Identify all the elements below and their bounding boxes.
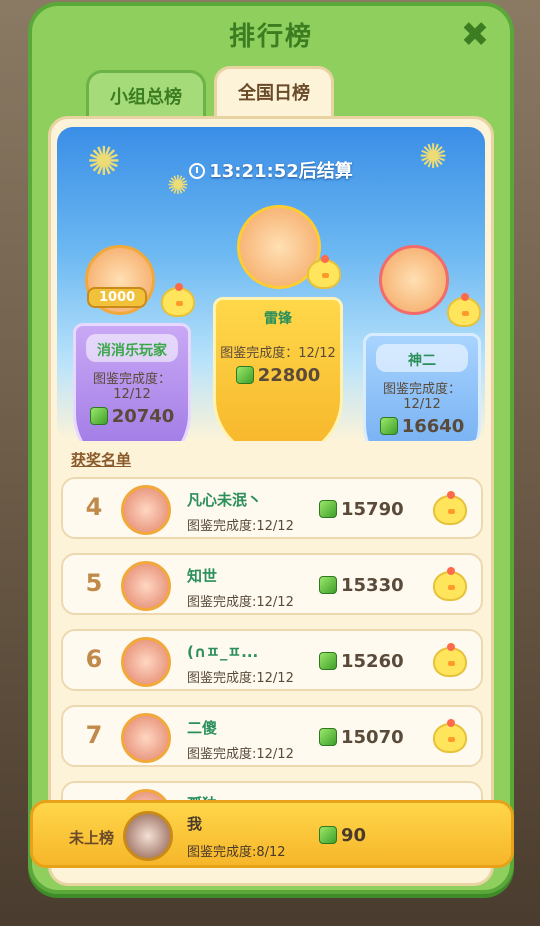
gem-icon bbox=[319, 500, 337, 518]
chick-icon bbox=[447, 293, 481, 327]
gem-icon bbox=[319, 728, 337, 746]
my-rank-bar[interactable]: 未上榜 我 图鉴完成度:8/12 90 bbox=[30, 800, 514, 868]
settlement-timer: 13:21:52后结算 bbox=[57, 157, 485, 183]
avatar[interactable] bbox=[121, 561, 171, 611]
chick-icon bbox=[433, 719, 467, 753]
chick-icon bbox=[161, 283, 195, 317]
second-place-completion: 图鉴完成度：12/12 bbox=[92, 372, 171, 402]
third-place-score: 16640 bbox=[366, 416, 478, 437]
chick-icon bbox=[433, 643, 467, 677]
first-place-name: 雷锋 bbox=[264, 311, 292, 327]
unranked-tag: 未上榜 bbox=[69, 829, 115, 847]
third-place-avatar[interactable] bbox=[379, 245, 449, 315]
gem-icon bbox=[379, 417, 398, 435]
chick-icon bbox=[433, 491, 467, 525]
winners-list-link[interactable]: 获奖名单 bbox=[71, 449, 131, 470]
rank-number: 6 bbox=[85, 645, 103, 673]
player-score: 15790 bbox=[319, 499, 404, 520]
my-avatar[interactable] bbox=[123, 811, 173, 861]
avatar[interactable] bbox=[121, 485, 171, 535]
tab-national-daily[interactable]: 全国日榜 bbox=[214, 66, 334, 122]
player-name: 凡心未泯丶 bbox=[187, 491, 263, 509]
ranking-row[interactable]: 7 二傻 图鉴完成度:12/12 15070 bbox=[61, 705, 483, 767]
podium-area: ✺ ✺ ✺ 13:21:52后结算 1000 消消乐玩家 图鉴完成度：12/12… bbox=[57, 127, 485, 441]
player-name: 知世 bbox=[187, 567, 218, 585]
level-badge: 1000 bbox=[87, 287, 148, 308]
rank-number: 5 bbox=[85, 569, 103, 597]
gem-icon bbox=[319, 826, 337, 844]
my-completion: 图鉴完成度:8/12 bbox=[187, 845, 286, 860]
ranking-row[interactable]: 6 (∩ㅍ_ㅍ... 图鉴完成度:12/12 15260 bbox=[61, 629, 483, 691]
gem-icon bbox=[89, 407, 108, 425]
first-place-score: 22800 bbox=[216, 365, 340, 386]
first-place-completion: 图鉴完成度：12/12 bbox=[220, 346, 336, 361]
completion-text: 图鉴完成度:12/12 bbox=[187, 671, 294, 686]
third-place-name: 神二 bbox=[408, 353, 436, 369]
clock-icon bbox=[189, 163, 206, 179]
avatar[interactable] bbox=[121, 713, 171, 763]
leaderboard-content: ✺ ✺ ✺ 13:21:52后结算 1000 消消乐玩家 图鉴完成度：12/12… bbox=[48, 116, 494, 886]
rank-number: 7 bbox=[85, 721, 103, 749]
gem-icon bbox=[235, 366, 254, 384]
tab-group-total[interactable]: 小组总榜 bbox=[86, 70, 206, 122]
gem-icon bbox=[319, 576, 337, 594]
completion-text: 图鉴完成度:12/12 bbox=[187, 747, 294, 762]
rank-number: 4 bbox=[85, 493, 103, 521]
second-place-score: 20740 bbox=[76, 406, 188, 427]
second-place-name: 消消乐玩家 bbox=[97, 343, 167, 359]
completion-text: 图鉴完成度:12/12 bbox=[187, 519, 294, 534]
ranking-row[interactable]: 5 知世 图鉴完成度:12/12 15330 bbox=[61, 553, 483, 615]
timer-text: 13:21:52后结算 bbox=[209, 161, 353, 182]
chick-icon bbox=[307, 255, 341, 289]
first-place-podium: 雷锋 图鉴完成度：12/12 22800 bbox=[213, 297, 343, 441]
gem-icon bbox=[319, 652, 337, 670]
third-place-podium: 神二 图鉴完成度：12/12 16640 bbox=[363, 333, 481, 441]
player-name: 二傻 bbox=[187, 719, 218, 737]
avatar[interactable] bbox=[121, 637, 171, 687]
chick-icon bbox=[433, 567, 467, 601]
panel-title: 排行榜 bbox=[228, 22, 313, 52]
ranking-row[interactable]: 4 凡心未泯丶 图鉴完成度:12/12 15790 bbox=[61, 477, 483, 539]
player-score: 15330 bbox=[319, 575, 404, 596]
my-name: 我 bbox=[187, 815, 203, 833]
completion-text: 图鉴完成度:12/12 bbox=[187, 595, 294, 610]
player-name: (∩ㅍ_ㅍ... bbox=[187, 643, 259, 661]
leaderboard-panel: 排行榜 ✖ 小组总榜 全国日榜 ✺ ✺ ✺ 13:21:52后结算 1000 消… bbox=[28, 2, 514, 894]
player-score: 15260 bbox=[319, 651, 404, 672]
third-place-completion: 图鉴完成度：12/12 bbox=[382, 382, 461, 412]
close-icon[interactable]: ✖ bbox=[458, 18, 492, 52]
second-place-podium: 消消乐玩家 图鉴完成度：12/12 20740 bbox=[73, 323, 191, 441]
player-score: 15070 bbox=[319, 727, 404, 748]
my-score: 90 bbox=[319, 825, 366, 846]
